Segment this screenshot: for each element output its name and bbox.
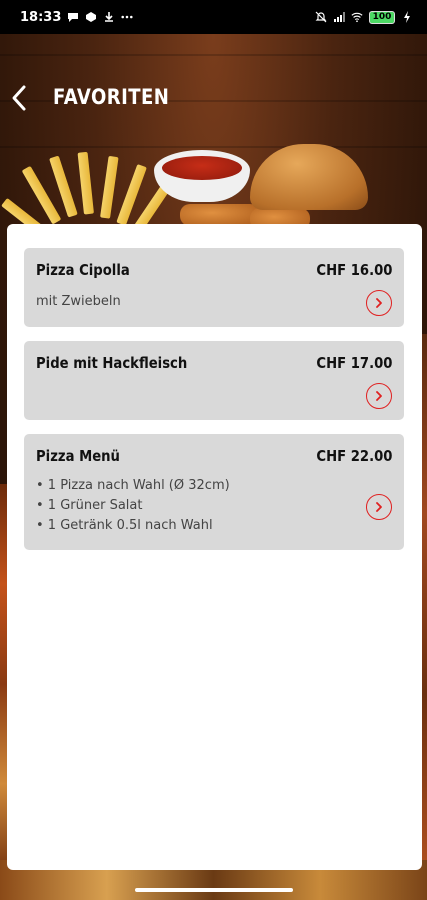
back-arrow-icon[interactable] bbox=[8, 82, 32, 114]
item-description: mit Zwiebeln bbox=[36, 294, 121, 309]
favorite-item-card[interactable]: Pizza Cipolla CHF 16.00 mit Zwiebeln bbox=[24, 248, 404, 327]
ketchup-bowl-image bbox=[154, 150, 250, 202]
more-notifications-icon bbox=[121, 15, 133, 19]
chevron-right-icon bbox=[376, 391, 382, 401]
signal-icon bbox=[334, 12, 345, 22]
favorite-item-card[interactable]: Pizza Menü CHF 22.00 • 1 Pizza nach Wahl… bbox=[24, 434, 404, 550]
burger-image bbox=[250, 144, 368, 234]
item-name: Pizza Cipolla bbox=[36, 261, 130, 279]
item-description-line: • 1 Pizza nach Wahl (Ø 32cm) bbox=[36, 478, 230, 493]
item-description-line: • 1 Grüner Salat bbox=[36, 498, 143, 513]
message-icon bbox=[68, 13, 79, 22]
item-description-line: • 1 Getränk 0.5l nach Wahl bbox=[36, 518, 213, 533]
wood-grain bbox=[0, 54, 427, 56]
status-bar: 18:33 100 bbox=[0, 0, 427, 34]
burger-bun bbox=[250, 144, 368, 210]
fries-image bbox=[1, 151, 176, 244]
open-item-button[interactable] bbox=[366, 494, 392, 520]
ketchup bbox=[162, 156, 242, 180]
item-name: Pizza Menü bbox=[36, 447, 120, 465]
favorites-panel: Pizza Cipolla CHF 16.00 mit Zwiebeln Pid… bbox=[7, 224, 422, 870]
open-item-button[interactable] bbox=[366, 290, 392, 316]
wifi-icon bbox=[351, 12, 363, 23]
download-icon bbox=[105, 12, 114, 22]
nugget-image bbox=[180, 204, 260, 226]
status-time: 18:33 bbox=[20, 9, 62, 25]
chevron-right-icon bbox=[376, 298, 382, 308]
home-indicator[interactable] bbox=[135, 888, 293, 892]
app-icon bbox=[86, 12, 97, 22]
status-left: 18:33 bbox=[20, 10, 133, 25]
battery-indicator: 100 bbox=[369, 10, 395, 24]
mute-icon bbox=[315, 11, 327, 23]
charging-icon bbox=[404, 11, 410, 23]
app-header: FAVORITEN bbox=[0, 78, 427, 118]
chevron-right-icon bbox=[376, 502, 382, 512]
status-right: 100 bbox=[315, 10, 413, 24]
item-name: Pide mit Hackfleisch bbox=[36, 354, 188, 372]
favorite-item-card[interactable]: Pide mit Hackfleisch CHF 17.00 bbox=[24, 341, 404, 420]
item-description-list: • 1 Pizza nach Wahl (Ø 32cm) • 1 Grüner … bbox=[36, 476, 230, 536]
item-price: CHF 16.00 bbox=[315, 261, 392, 279]
item-price: CHF 22.00 bbox=[315, 447, 392, 465]
item-price: CHF 17.00 bbox=[315, 354, 392, 372]
open-item-button[interactable] bbox=[366, 383, 392, 409]
page-title: FAVORITEN bbox=[53, 85, 170, 109]
